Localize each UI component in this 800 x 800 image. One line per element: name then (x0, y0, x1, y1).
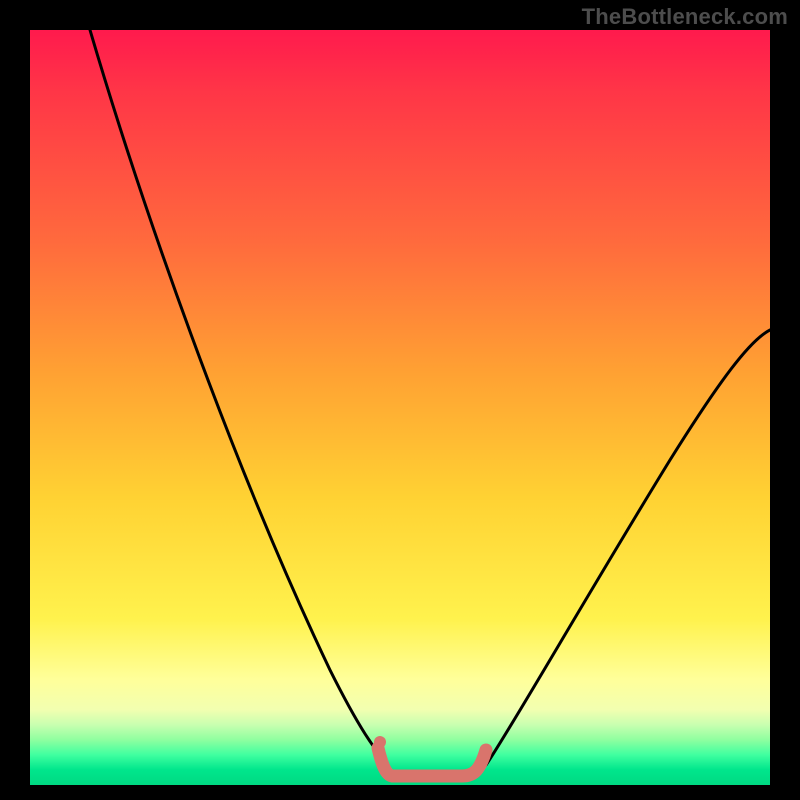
left-curve (90, 30, 388, 765)
watermark-text: TheBottleneck.com (582, 4, 788, 30)
chart-overlay-svg (30, 30, 770, 785)
right-curve (486, 330, 770, 765)
bottom-squiggle (378, 748, 486, 776)
squiggle-dot (374, 736, 386, 748)
chart-frame: TheBottleneck.com (0, 0, 800, 800)
